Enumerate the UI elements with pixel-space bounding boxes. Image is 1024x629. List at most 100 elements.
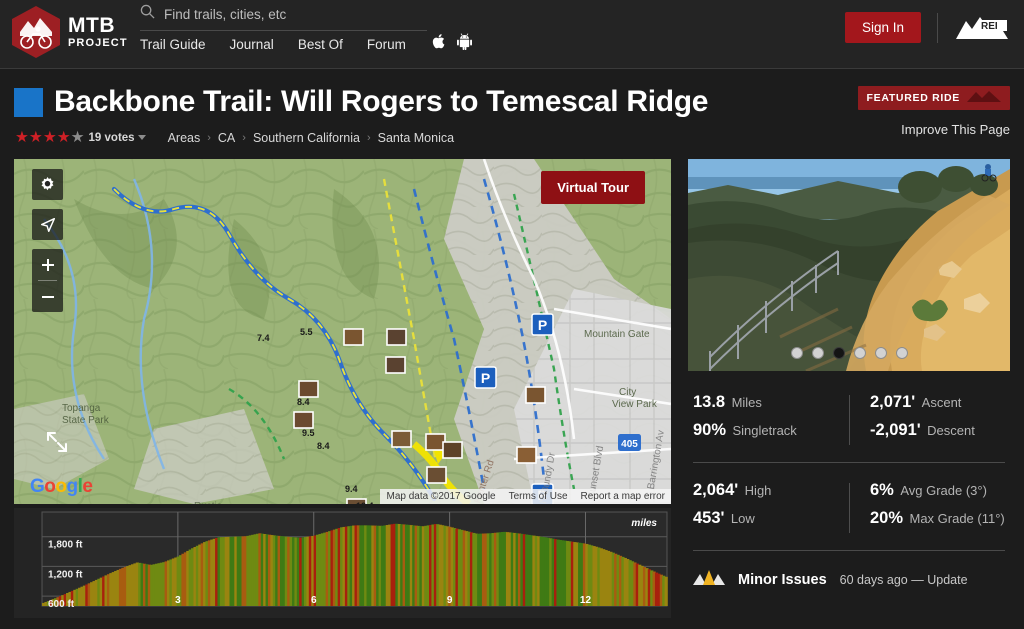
- terms-of-use-link[interactable]: Terms of Use: [509, 491, 568, 502]
- stat-descent: -2,091' Descent: [870, 421, 1010, 440]
- google-logo: Google: [30, 476, 93, 497]
- svg-text:7.4: 7.4: [257, 333, 270, 343]
- trail-photo[interactable]: [688, 159, 1010, 371]
- trail-condition-icon: [693, 569, 725, 590]
- site-header: MTB PROJECT Trail Guide Journal Best Of …: [0, 0, 1024, 69]
- star-5: ★: [70, 129, 85, 146]
- sign-in-button[interactable]: Sign In: [844, 12, 921, 43]
- breadcrumb-item-ca[interactable]: CA: [218, 131, 235, 145]
- photo-carousel-dots: [688, 347, 1010, 359]
- trail-status-timestamp: 60 days ago — Update: [840, 573, 968, 587]
- carousel-dot-3[interactable]: [832, 347, 845, 359]
- stat-low: 453' Low: [693, 509, 849, 528]
- zoom-out-icon[interactable]: [32, 281, 63, 312]
- featured-ride-badge: FEATURED RIDE: [857, 86, 1010, 110]
- votes-count: 19 votes: [88, 131, 135, 144]
- svg-text:12: 12: [580, 595, 592, 606]
- svg-text:8.4: 8.4: [297, 397, 310, 407]
- svg-text:405: 405: [621, 439, 638, 450]
- svg-text:1,800 ft: 1,800 ft: [48, 540, 83, 551]
- svg-text:Topanga: Topanga: [62, 403, 101, 414]
- nav-item-trail-guide[interactable]: Trail Guide: [140, 37, 206, 52]
- search-area: [140, 2, 430, 31]
- svg-text:600 ft: 600 ft: [48, 599, 75, 610]
- nav-item-forum[interactable]: Forum: [367, 37, 406, 52]
- star-3: ★: [42, 129, 57, 146]
- map-settings-gear-icon[interactable]: [32, 169, 63, 200]
- star-rating[interactable]: ★ ★ ★ ★ ★ 19 votes: [15, 130, 146, 146]
- breadcrumb-item-santa-monica[interactable]: Santa Monica: [378, 131, 454, 145]
- update-status-link[interactable]: Update: [927, 573, 967, 587]
- svg-text:P: P: [538, 317, 547, 333]
- svg-text:8.4: 8.4: [317, 441, 330, 451]
- breadcrumb-separator: ›: [242, 131, 246, 144]
- site-logo[interactable]: MTB PROJECT: [12, 6, 128, 58]
- stats-column-left: 13.8 Miles 90% Singletrack: [688, 393, 849, 449]
- chevron-down-icon[interactable]: [137, 135, 146, 141]
- report-map-error-link[interactable]: Report a map error: [581, 491, 665, 502]
- stat-singletrack-value: 90%: [693, 421, 727, 439]
- difficulty-indicator: [14, 87, 43, 117]
- elevation-profile-chart[interactable]: 600 ft 1,200 ft 1,800 ft 3 6 9 12 miles: [14, 508, 671, 618]
- svg-text:6: 6: [311, 595, 317, 606]
- nav-item-journal[interactable]: Journal: [230, 37, 274, 52]
- stat-ascent-label: Ascent: [921, 395, 962, 410]
- stats-divider: [693, 462, 1005, 463]
- status-divider: [693, 550, 1005, 551]
- apple-icon[interactable]: [432, 33, 447, 55]
- star-1: ★: [15, 129, 29, 146]
- stat-high-label: High: [744, 483, 772, 498]
- highway-shield-405: 405: [618, 434, 641, 451]
- carousel-dot-2[interactable]: [811, 347, 824, 359]
- stats-column-right-2: 6% Avg Grade (3°) 20% Max Grade (11°): [849, 481, 1010, 537]
- brand-name-line2: PROJECT: [68, 37, 128, 49]
- trail-map[interactable]: 405 P P P: [14, 159, 671, 504]
- virtual-tour-button[interactable]: Virtual Tour: [541, 171, 645, 204]
- svg-text:9.5: 9.5: [302, 428, 315, 438]
- fullscreen-expand-icon[interactable]: [40, 425, 74, 459]
- rei-coop-logo[interactable]: REI co-op: [954, 13, 1010, 43]
- header-right: Sign In REI co-op: [844, 12, 1010, 43]
- right-column: 13.8 Miles 90% Singletrack 2,071' Ascent…: [688, 159, 1010, 618]
- stat-singletrack: 90% Singletrack: [693, 421, 849, 440]
- search-input[interactable]: [164, 6, 409, 22]
- stat-max-grade-value: 20%: [870, 509, 904, 527]
- carousel-dot-6[interactable]: [895, 347, 908, 359]
- breadcrumb-item-southern-california[interactable]: Southern California: [253, 131, 360, 145]
- breadcrumb-item-areas[interactable]: Areas: [168, 131, 201, 145]
- stat-high: 2,064' High: [693, 481, 849, 500]
- carousel-dot-1[interactable]: [790, 347, 803, 359]
- svg-text:miles: miles: [631, 518, 657, 529]
- svg-text:3: 3: [175, 595, 181, 606]
- android-icon[interactable]: [456, 33, 472, 55]
- nav-item-best-of[interactable]: Best Of: [298, 37, 343, 52]
- breadcrumb-separator: ›: [207, 131, 211, 144]
- svg-text:5.5: 5.5: [300, 327, 313, 337]
- improve-this-page-link[interactable]: Improve This Page: [901, 122, 1010, 137]
- stat-max-grade-label: Max Grade (11°): [909, 511, 1005, 526]
- svg-text:1,200 ft: 1,200 ft: [48, 569, 83, 580]
- stat-ascent: 2,071' Ascent: [870, 393, 1010, 412]
- svg-text:Mountain Gate: Mountain Gate: [584, 329, 650, 340]
- brand-name-line1: MTB: [68, 14, 115, 37]
- stat-avg-grade-value: 6%: [870, 481, 894, 499]
- svg-text:REI: REI: [981, 21, 998, 32]
- stats-column-divider: [849, 395, 850, 445]
- map-attribution: Map data ©2017 Google Terms of Use Repor…: [380, 489, 671, 504]
- carousel-dot-5[interactable]: [874, 347, 887, 359]
- stat-high-value: 2,064': [693, 481, 739, 499]
- zoom-in-icon[interactable]: [32, 249, 63, 280]
- stats-group-primary: 13.8 Miles 90% Singletrack 2,071' Ascent…: [688, 393, 1010, 449]
- stat-avg-grade: 6% Avg Grade (3°): [870, 481, 1010, 500]
- trail-stats: 13.8 Miles 90% Singletrack 2,071' Ascent…: [688, 371, 1010, 590]
- stat-descent-label: Descent: [927, 423, 975, 438]
- star-4: ★: [56, 129, 71, 146]
- breadcrumb-separator: ›: [366, 131, 371, 144]
- stat-miles: 13.8 Miles: [693, 393, 849, 412]
- stats-column-right: 2,071' Ascent -2,091' Descent: [849, 393, 1010, 449]
- stat-miles-label: Miles: [731, 395, 762, 410]
- stat-miles-value: 13.8: [693, 393, 726, 411]
- locate-me-arrow-icon[interactable]: [32, 209, 63, 240]
- carousel-dot-4[interactable]: [853, 347, 866, 359]
- featured-ride-label: FEATURED RIDE: [866, 92, 960, 104]
